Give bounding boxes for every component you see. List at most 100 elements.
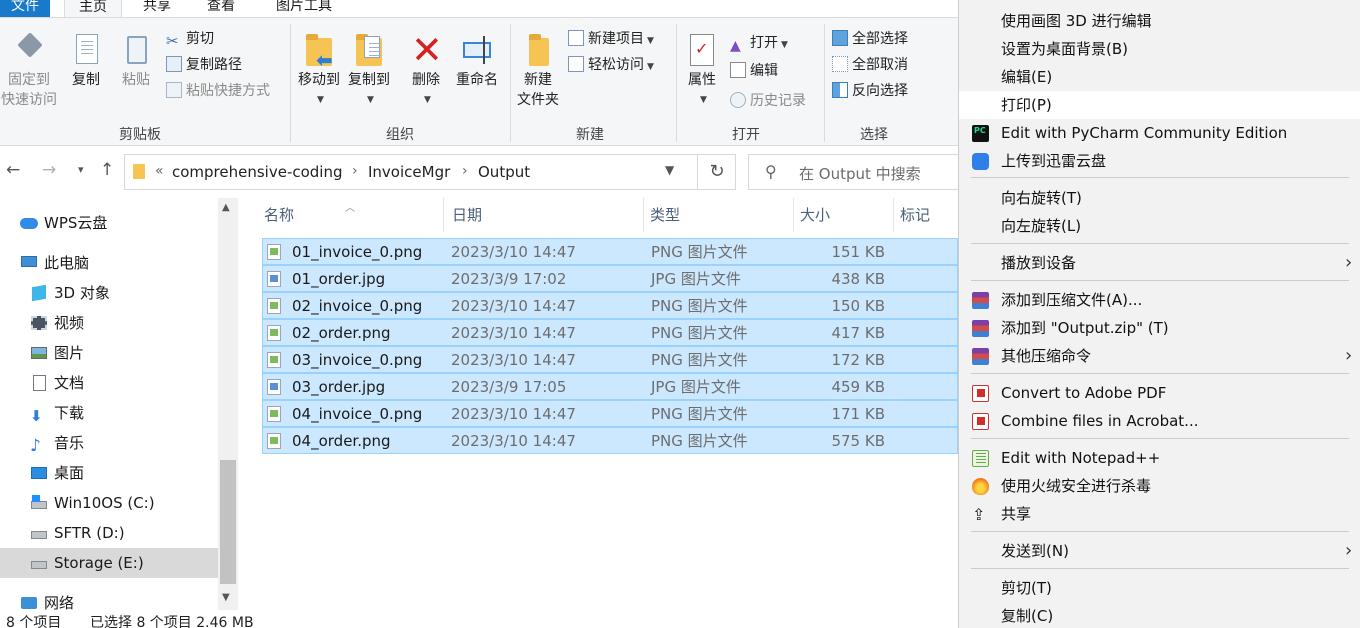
column-header-name[interactable]: ︿ 名称 — [242, 198, 444, 234]
breadcrumb-chevron-icon[interactable]: › — [352, 163, 358, 179]
refresh-icon[interactable]: ↻ — [697, 155, 736, 189]
nav-item-3d-objects[interactable]: 3D 对象 — [0, 278, 218, 308]
scroll-down-arrow-icon[interactable]: ▼ — [222, 592, 230, 603]
address-bar[interactable]: « comprehensive-coding › InvoiceMgr › Ou… — [124, 154, 736, 190]
menu-item-add-to-archive[interactable]: 添加到压缩文件(A)... — [959, 286, 1360, 314]
nav-item-wps-cloud[interactable]: WPS云盘 — [0, 208, 218, 238]
address-dropdown-icon[interactable]: ▼ — [665, 163, 674, 177]
menu-item-edit-with-pycharm[interactable]: PC Edit with PyCharm Community Edition — [959, 119, 1360, 147]
menu-item-edit[interactable]: 编辑(E) — [959, 63, 1360, 91]
file-row[interactable]: 03_order.jpg 2023/3/9 17:05 JPG 图片文件 459… — [262, 373, 958, 400]
pin-to-quick-access-button[interactable]: 固定到 快速访问 — [0, 32, 58, 110]
easy-access-button[interactable]: 轻松访问 ▼ — [568, 54, 654, 76]
scrollbar-thumb[interactable] — [220, 460, 236, 584]
cut-button[interactable]: ✂ 剪切 — [166, 28, 214, 50]
column-header-date[interactable]: 日期 — [430, 198, 630, 234]
breadcrumb-overflow[interactable]: « — [155, 163, 164, 179]
breadcrumb-item[interactable]: InvoiceMgr — [368, 163, 450, 181]
copy-button[interactable]: 复制 — [64, 32, 108, 90]
history-button[interactable]: 历史记录 — [730, 90, 806, 112]
file-row[interactable]: 01_order.jpg 2023/3/9 17:02 JPG 图片文件 438… — [262, 265, 958, 292]
file-row[interactable]: 04_order.png 2023/3/10 14:47 PNG 图片文件 57… — [262, 427, 958, 454]
nav-item-drive-d[interactable]: SFTR (D:) — [0, 518, 218, 548]
png-file-icon — [267, 406, 281, 422]
menu-item-edit-with-paint3d[interactable]: 使用画图 3D 进行编辑 — [959, 7, 1360, 35]
nav-item-drive-e[interactable]: Storage (E:) — [0, 548, 218, 578]
invert-selection-button[interactable]: 反向选择 — [832, 80, 908, 102]
menu-item-send-to[interactable]: 发送到(N) › — [959, 537, 1360, 565]
menu-item-print[interactable]: 打印(P) — [959, 91, 1360, 119]
menu-item-convert-to-adobe-pdf[interactable]: Convert to Adobe PDF — [959, 379, 1360, 407]
tab-view[interactable]: 查看 — [196, 0, 246, 18]
menu-item-edit-with-notepadpp[interactable]: Edit with Notepad++ — [959, 444, 1360, 472]
menu-item-rotate-left[interactable]: 向左旋转(L) — [959, 212, 1360, 240]
new-item-caret-icon: ▼ — [647, 36, 654, 46]
select-group-label: 选择 — [860, 127, 888, 143]
menu-separator — [971, 177, 1349, 178]
column-header-size[interactable]: 大小 — [778, 198, 878, 234]
menu-item-combine-in-acrobat[interactable]: Combine files in Acrobat... — [959, 407, 1360, 435]
paste-button[interactable]: 粘贴 — [114, 32, 158, 90]
properties-button[interactable]: 属性 ▼ — [680, 32, 724, 110]
file-size: 150 KB — [831, 297, 885, 315]
nav-scrollbar[interactable]: ▲ ▼ — [218, 198, 238, 610]
nav-item-this-pc[interactable]: 此电脑 — [0, 248, 218, 278]
file-row[interactable]: 03_invoice_0.png 2023/3/10 14:47 PNG 图片文… — [262, 346, 958, 373]
tab-share[interactable]: 共享 — [132, 0, 182, 18]
menu-item-cast-to-device[interactable]: 播放到设备 › — [959, 249, 1360, 277]
column-header-tags[interactable]: 标记 — [878, 198, 958, 234]
delete-x-icon: ✕ — [411, 28, 443, 72]
jpg-file-icon — [267, 271, 281, 287]
nav-item-drive-c[interactable]: Win10OS (C:) — [0, 488, 218, 518]
scroll-up-arrow-icon[interactable]: ▲ — [222, 202, 230, 213]
nav-item-documents[interactable]: 文档 — [0, 368, 218, 398]
file-row[interactable]: 04_invoice_0.png 2023/3/10 14:47 PNG 图片文… — [262, 400, 958, 427]
select-none-button[interactable]: 全部取消 — [832, 54, 908, 76]
open-button[interactable]: ▲ 打开 ▼ — [730, 32, 788, 54]
menu-item-copy[interactable]: 复制(C) — [959, 602, 1360, 628]
menu-item-set-desktop-background[interactable]: 设置为桌面背景(B) — [959, 35, 1360, 63]
nav-item-desktop[interactable]: 桌面 — [0, 458, 218, 488]
nav-item-music[interactable]: ♪ 音乐 — [0, 428, 218, 458]
file-row[interactable]: 02_order.png 2023/3/10 14:47 PNG 图片文件 41… — [262, 319, 958, 346]
recent-locations-chevron-icon[interactable]: ▾ — [78, 163, 84, 176]
tab-picture-tools[interactable]: 图片工具 — [262, 0, 346, 18]
select-all-button[interactable]: 全部选择 — [832, 28, 908, 50]
new-folder-button[interactable]: 新建 文件夹 — [514, 32, 562, 110]
file-row[interactable]: 02_invoice_0.png 2023/3/10 14:47 PNG 图片文… — [262, 292, 958, 319]
back-arrow-icon[interactable]: ← — [6, 160, 20, 180]
nav-item-downloads[interactable]: ⬇ 下载 — [0, 398, 218, 428]
breadcrumb-item[interactable]: Output — [478, 163, 530, 181]
menu-item-cut[interactable]: 剪切(T) — [959, 574, 1360, 602]
menu-item-upload-xunlei[interactable]: 上传到迅雷云盘 — [959, 147, 1360, 175]
paste-shortcut-button[interactable]: 粘贴快捷方式 — [166, 80, 270, 102]
nav-item-network[interactable]: 网络 — [0, 588, 218, 610]
tab-file[interactable]: 文件 — [0, 0, 50, 18]
breadcrumb-item[interactable]: comprehensive-coding — [172, 163, 343, 181]
column-header-type[interactable]: 类型 — [628, 198, 778, 234]
menu-item-rotate-right[interactable]: 向右旋转(T) — [959, 184, 1360, 212]
edit-button[interactable]: 编辑 — [730, 60, 778, 82]
search-box[interactable]: ⚲ 在 Output 中搜索 — [748, 154, 968, 190]
file-date: 2023/3/10 14:47 — [451, 351, 576, 369]
nav-item-videos[interactable]: 视频 — [0, 308, 218, 338]
menu-item-huorong-scan[interactable]: 使用火绒安全进行杀毒 — [959, 472, 1360, 500]
menu-item-other-compress-commands[interactable]: 其他压缩命令 › — [959, 342, 1360, 370]
menu-item-add-to-output-zip[interactable]: 添加到 "Output.zip" (T) — [959, 314, 1360, 342]
move-to-button[interactable]: ⬅ 移动到 ▼ — [296, 32, 342, 110]
rename-button[interactable]: 重命名 — [452, 32, 502, 90]
menu-item-share[interactable]: ⇪ 共享 — [959, 500, 1360, 528]
up-arrow-icon[interactable]: ↑ — [100, 160, 114, 180]
tab-home[interactable]: 主页 — [64, 0, 122, 18]
copy-to-button[interactable]: 复制到 ▼ — [346, 32, 392, 110]
breadcrumb-chevron-icon[interactable]: › — [462, 163, 468, 179]
new-item-button[interactable]: 新建项目 ▼ — [568, 28, 654, 50]
file-size: 438 KB — [831, 270, 885, 288]
ribbon-separator — [290, 24, 291, 142]
file-row[interactable]: 01_invoice_0.png 2023/3/10 14:47 PNG 图片文… — [262, 238, 958, 265]
delete-button[interactable]: ✕ 删除 ▼ — [406, 28, 446, 110]
forward-arrow-icon[interactable]: → — [42, 160, 56, 180]
copy-path-button[interactable]: 复制路径 — [166, 54, 242, 76]
invert-selection-icon — [832, 82, 848, 98]
nav-item-pictures[interactable]: 图片 — [0, 338, 218, 368]
